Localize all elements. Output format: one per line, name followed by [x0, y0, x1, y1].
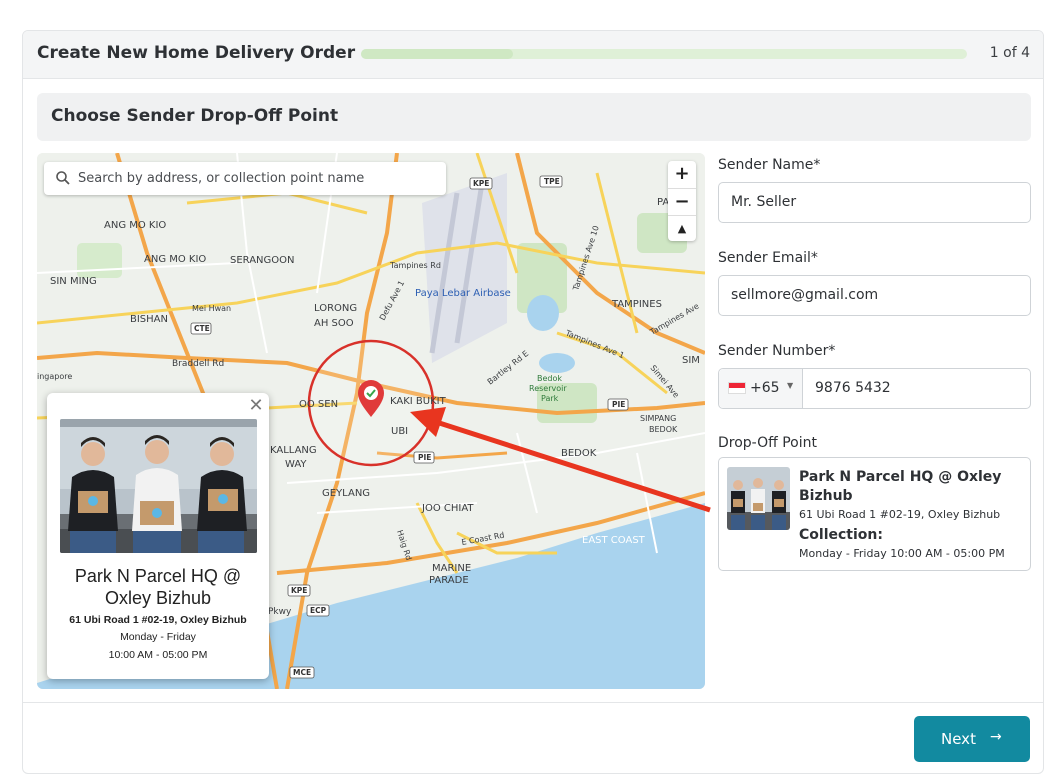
popup-days: Monday - Friday [120, 631, 196, 643]
zoom-out-button[interactable]: − [668, 188, 696, 214]
map-label: ANG MO KIO [104, 220, 166, 231]
map-label: BEDOK [561, 448, 597, 459]
map-label: WAY [285, 459, 307, 470]
search-input[interactable] [78, 167, 438, 189]
map-label: Park [541, 394, 559, 403]
expressway-shield: KPE [473, 179, 489, 188]
phone-number-input[interactable]: 9876 5432 [815, 380, 891, 396]
map-label: KALLANG [270, 445, 317, 456]
dropoff-label: Drop-Off Point [718, 435, 817, 451]
map-label: ANG MO KIO [144, 254, 206, 265]
next-button-label: Next [941, 730, 976, 748]
sender-email-label: Sender Email* [718, 250, 818, 266]
location-popup: ✕ Park N Parcel HQ @ Oxley Bizhub 61 Ubi… [47, 393, 269, 679]
chevron-down-icon: ▼ [787, 381, 794, 390]
map-label: LORONG [314, 303, 357, 314]
arrow-right-icon: → [990, 729, 1002, 745]
map-label: BISHAN [130, 314, 168, 325]
map-label: ingapore [37, 372, 72, 381]
dropoff-name: Park N Parcel HQ @ Oxley Bizhub [799, 469, 1002, 504]
card-header: Create New Home Delivery Order 1 of 4 [23, 31, 1043, 79]
map-label: UBI [391, 426, 408, 437]
sender-email-field[interactable]: sellmore@gmail.com [718, 275, 1031, 316]
map-label: EAST COAST [582, 535, 646, 546]
map-label: SIN MING [50, 276, 97, 287]
progress-bar [361, 49, 967, 59]
map-label: Tampines Rd [389, 261, 441, 270]
expressway-shield: PIE [612, 400, 625, 409]
search-icon [56, 171, 70, 185]
page-title: Create New Home Delivery Order [37, 43, 356, 63]
sender-number-label: Sender Number* [718, 343, 836, 359]
expressway-shield: ECP [310, 606, 327, 615]
map-label: OO SEN [299, 399, 338, 410]
dropoff-hours: Monday - Friday 10:00 AM - 05:00 PM [799, 547, 1005, 560]
map-label: AH SOO [314, 318, 354, 329]
map-label: SERANGOON [230, 255, 295, 266]
team-photo [60, 419, 257, 553]
sender-number-field: +65 ▼ 9876 5432 [718, 368, 1031, 409]
map-label: TAMPINES [611, 299, 662, 310]
map-label: Paya Lebar Airbase [415, 288, 511, 299]
sender-name-value: Mr. Seller [731, 194, 797, 210]
popup-hours: 10:00 AM - 05:00 PM [108, 649, 208, 661]
expressway-shield: CTE [194, 324, 210, 333]
map-label: JOO CHIAT [421, 503, 474, 514]
sender-name-label: Sender Name* [718, 157, 821, 173]
order-card: Create New Home Delivery Order 1 of 4 Ch… [22, 30, 1044, 774]
map-label: SIM [682, 355, 700, 366]
singapore-flag-icon [728, 382, 746, 394]
country-code-select[interactable]: +65 ▼ [719, 369, 803, 408]
close-icon[interactable]: ✕ [247, 395, 265, 416]
map-label: PARADE [429, 575, 469, 586]
next-button[interactable]: Next → [914, 716, 1030, 762]
expressway-shield: TPE [544, 177, 560, 186]
map-label: Mei Hwan [192, 304, 231, 313]
map-label: SIMPANG [640, 414, 676, 423]
map-label: GEYLANG [322, 488, 370, 499]
dropoff-card[interactable]: Park N Parcel HQ @ Oxley Bizhub 61 Ubi R… [718, 457, 1031, 571]
sender-email-value: sellmore@gmail.com [731, 287, 879, 303]
map-label: Bedok [537, 374, 562, 383]
section-title: Choose Sender Drop-Off Point [51, 106, 339, 126]
map-label: Reservoir [529, 384, 567, 393]
map[interactable]: ANG MO KIO ANG MO KIO SERANGOON SIN MING… [37, 153, 705, 689]
progress-fill [361, 49, 513, 59]
popup-address: 61 Ubi Road 1 #02-19, Oxley Bizhub [69, 614, 247, 626]
country-code: +65 [750, 380, 780, 396]
map-label: MARINE [432, 563, 471, 574]
expressway-shield: PIE [418, 453, 431, 462]
dropoff-address: 61 Ubi Road 1 #02-19, Oxley Bizhub [799, 508, 1001, 521]
zoom-in-button[interactable]: + [668, 161, 696, 187]
footer-divider [23, 702, 1043, 703]
map-search[interactable] [44, 162, 446, 195]
collection-label: Collection: [799, 527, 883, 543]
map-zoom-controls: + − ▲ [668, 161, 696, 241]
compass-icon[interactable]: ▲ [668, 215, 696, 241]
expressway-shield: MCE [293, 668, 311, 677]
map-label: BEDOK [649, 425, 678, 434]
step-indicator: 1 of 4 [989, 45, 1030, 61]
section-header: Choose Sender Drop-Off Point [37, 93, 1031, 141]
expressway-shield: KPE [291, 586, 307, 595]
dropoff-photo [727, 467, 790, 530]
map-label: Pkwy [268, 607, 292, 617]
map-label: KAKI BUKIT [390, 396, 447, 407]
map-label: Braddell Rd [172, 359, 224, 369]
sender-name-field[interactable]: Mr. Seller [718, 182, 1031, 223]
popup-location-name: Park N Parcel HQ @ Oxley Bizhub [74, 566, 242, 608]
